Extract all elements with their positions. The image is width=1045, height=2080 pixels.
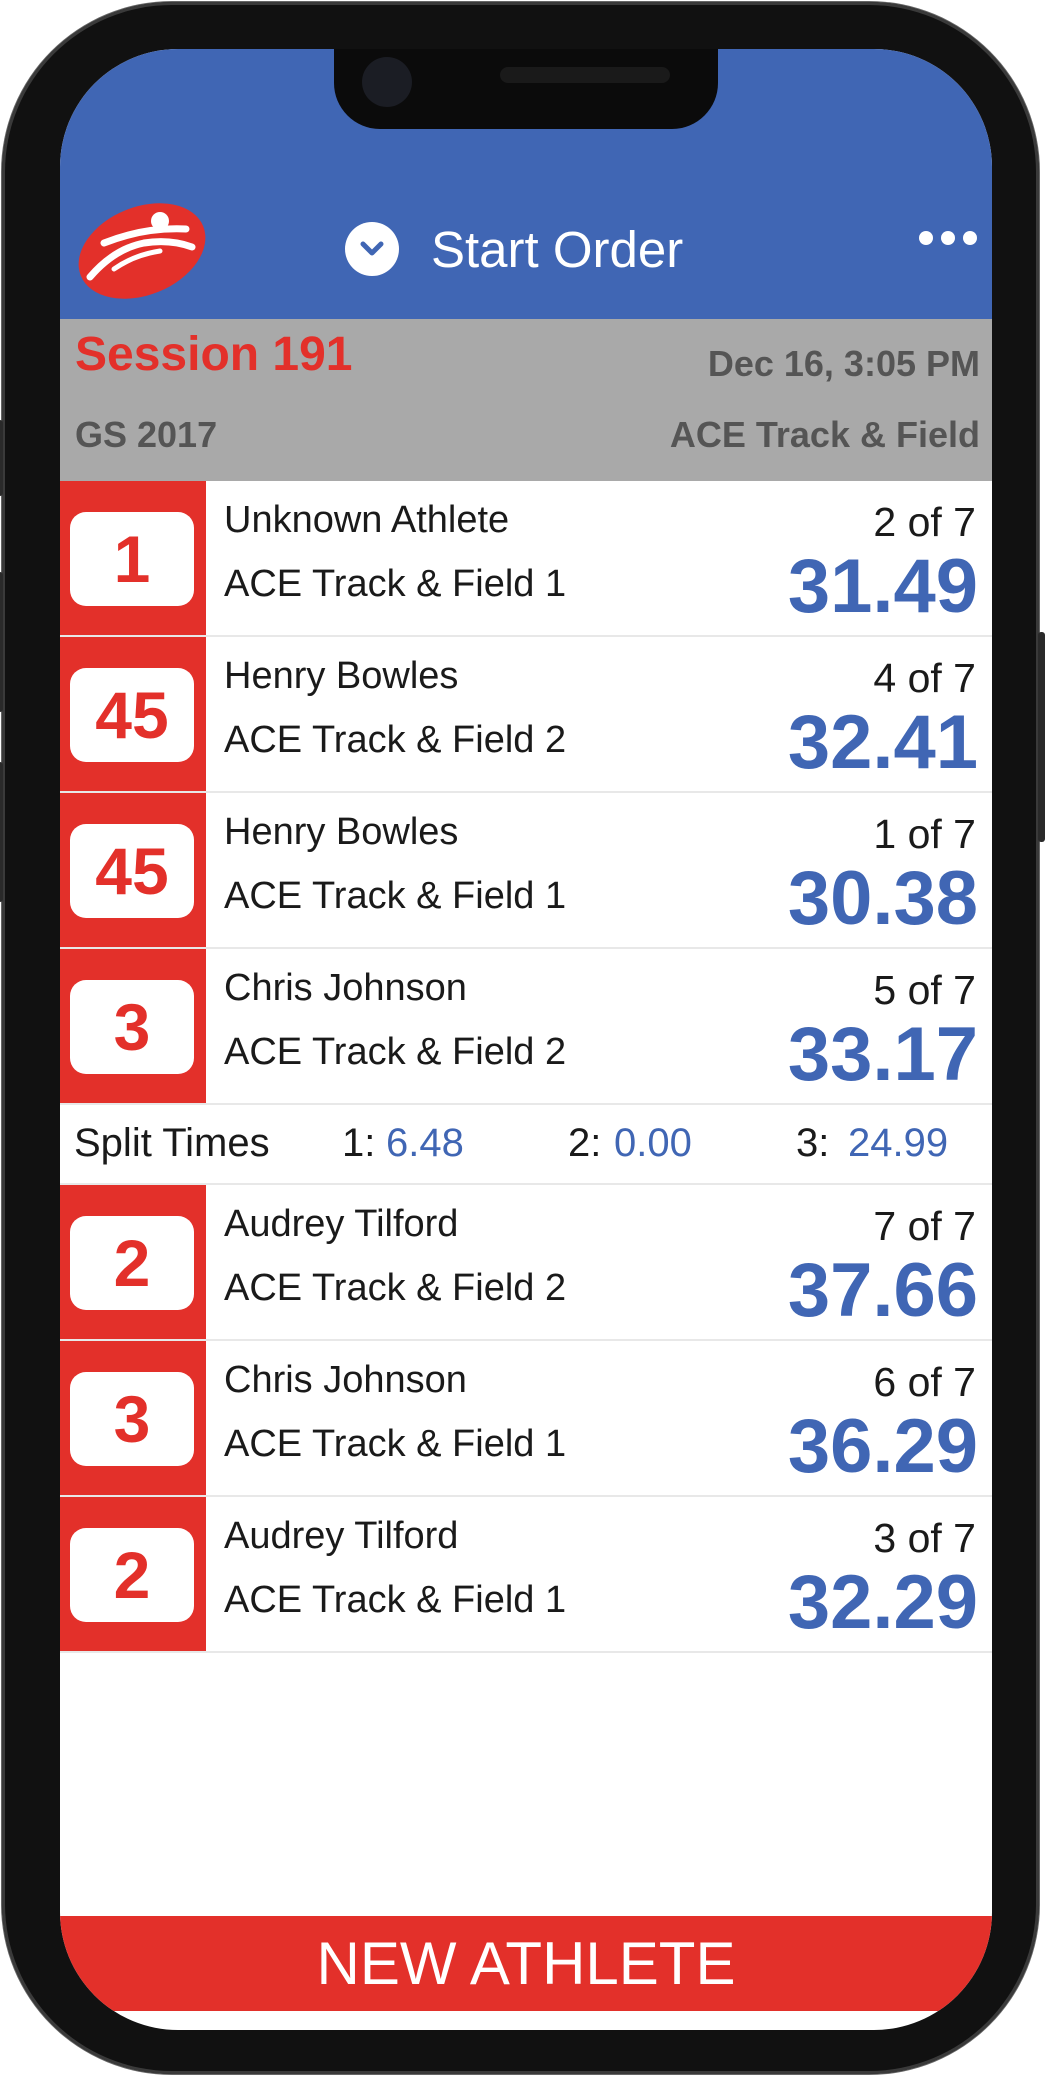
athlete-name: Audrey Tilford — [224, 1203, 459, 1245]
app-logo-icon[interactable] — [74, 199, 210, 299]
athlete-time: 37.66 — [787, 1248, 978, 1333]
athlete-team: ACE Track & Field 2 — [224, 1031, 567, 1073]
athlete-team: ACE Track & Field 1 — [224, 563, 567, 605]
athlete-time: 30.38 — [787, 856, 978, 941]
result-row[interactable]: 2 Audrey Tilford ACE Track & Field 2 7 o… — [60, 1185, 992, 1341]
lane-strip: 2 — [60, 1185, 206, 1339]
split-key: 2: — [568, 1121, 602, 1165]
lane-number: 2 — [70, 1528, 194, 1622]
meet-name: GS 2017 — [75, 414, 218, 455]
result-row[interactable]: 3 Chris Johnson ACE Track & Field 1 6 of… — [60, 1341, 992, 1497]
phone-frame: Start Order Session 191 Dec 16, 3:05 PM … — [0, 2, 1045, 2074]
session-info-panel: Session 191 Dec 16, 3:05 PM GS 2017 ACE … — [60, 319, 992, 481]
result-row[interactable]: 45 Henry Bowles ACE Track & Field 2 4 of… — [60, 637, 992, 793]
header-title: Start Order — [431, 220, 684, 278]
result-row[interactable]: 2 Audrey Tilford ACE Track & Field 1 3 o… — [60, 1497, 992, 1653]
team-name: ACE Track & Field — [669, 414, 980, 455]
athlete-place: 5 of 7 — [873, 967, 976, 1013]
lane-strip: 45 — [60, 637, 206, 791]
athlete-place: 3 of 7 — [873, 1515, 976, 1561]
athlete-team: ACE Track & Field 1 — [224, 1579, 567, 1621]
volume-down-button — [0, 762, 3, 902]
athlete-place: 6 of 7 — [873, 1359, 976, 1405]
split-times-label: Split Times — [74, 1121, 270, 1165]
split-value: 0.00 — [614, 1121, 692, 1165]
athlete-time: 33.17 — [787, 1012, 978, 1097]
chevron-down-icon — [345, 222, 399, 276]
athlete-team: ACE Track & Field 2 — [224, 1267, 567, 1309]
earpiece-speaker — [500, 67, 670, 83]
session-title: Session 191 — [75, 328, 353, 381]
athlete-name: Henry Bowles — [224, 811, 459, 853]
front-camera — [362, 57, 412, 107]
athlete-name: Henry Bowles — [224, 655, 459, 697]
athlete-team: ACE Track & Field 1 — [224, 1423, 567, 1465]
lane-strip: 45 — [60, 793, 206, 947]
split-value: 24.99 — [848, 1121, 949, 1165]
athlete-time: 36.29 — [787, 1404, 978, 1489]
result-row[interactable]: 1 Unknown Athlete ACE Track & Field 1 2 … — [60, 481, 992, 637]
results-list: 1 Unknown Athlete ACE Track & Field 1 2 … — [60, 481, 992, 1653]
athlete-place: 7 of 7 — [873, 1203, 976, 1249]
split-key: 1: — [342, 1121, 376, 1165]
athlete-name: Chris Johnson — [224, 967, 467, 1009]
athlete-name: Chris Johnson — [224, 1359, 467, 1401]
split-times-row: Split Times 1: 6.48 2: 0.00 3: 24.99 — [60, 1105, 992, 1185]
result-row[interactable]: 45 Henry Bowles ACE Track & Field 1 1 of… — [60, 793, 992, 949]
athlete-place: 2 of 7 — [873, 499, 976, 545]
lane-number: 1 — [70, 512, 194, 606]
athlete-place: 4 of 7 — [873, 655, 976, 701]
new-athlete-button[interactable]: NEW ATHLETE — [60, 1916, 992, 2011]
split-value: 6.48 — [386, 1121, 464, 1165]
athlete-team: ACE Track & Field 2 — [224, 719, 567, 761]
athlete-name: Audrey Tilford — [224, 1515, 459, 1557]
lane-strip: 3 — [60, 1341, 206, 1495]
start-order-dropdown[interactable]: Start Order — [345, 214, 683, 284]
lane-strip: 1 — [60, 481, 206, 635]
lane-strip: 2 — [60, 1497, 206, 1651]
lane-number: 2 — [70, 1216, 194, 1310]
athlete-team: ACE Track & Field 1 — [224, 875, 567, 917]
athlete-name: Unknown Athlete — [224, 499, 510, 541]
mute-switch — [0, 420, 3, 496]
lane-number: 3 — [70, 980, 194, 1074]
athlete-place: 1 of 7 — [873, 811, 976, 857]
power-button — [1038, 632, 1045, 842]
lane-strip: 3 — [60, 949, 206, 1103]
more-options-icon[interactable] — [918, 223, 978, 253]
screen: Start Order Session 191 Dec 16, 3:05 PM … — [60, 49, 992, 2030]
session-datetime: Dec 16, 3:05 PM — [707, 343, 980, 384]
lane-number: 3 — [70, 1372, 194, 1466]
lane-number: 45 — [70, 824, 194, 918]
result-row[interactable]: 3 Chris Johnson ACE Track & Field 2 5 of… — [60, 949, 992, 1105]
athlete-time: 32.41 — [787, 700, 978, 785]
lane-number: 45 — [70, 668, 194, 762]
volume-up-button — [0, 572, 3, 712]
athlete-time: 31.49 — [787, 544, 978, 629]
athlete-time: 32.29 — [787, 1560, 978, 1645]
split-key: 3: — [796, 1121, 830, 1165]
